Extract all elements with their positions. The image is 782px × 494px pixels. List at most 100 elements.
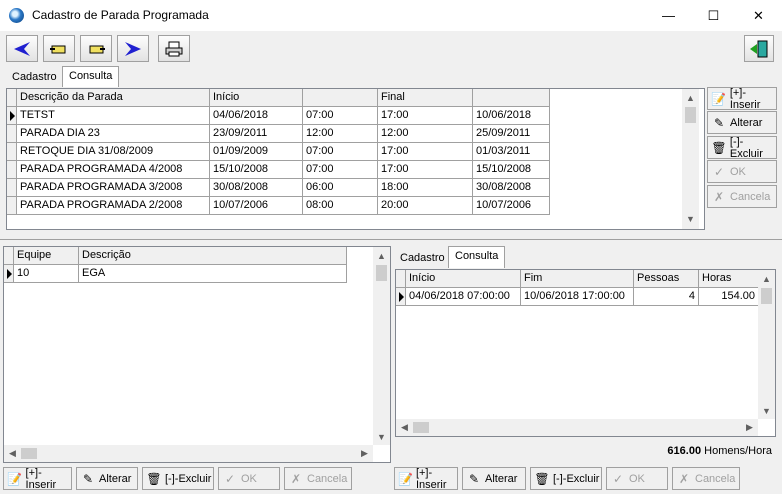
table-cell[interactable]: 154.00 [699,288,759,306]
table-cell[interactable]: 10/07/2006 [210,197,303,215]
scroll-left-icon[interactable]: ◀ [4,445,21,462]
ok-horario-button[interactable]: ✓ OK [606,467,668,490]
table-cell[interactable]: 06:00 [303,179,378,197]
excluir-equipe-button[interactable]: 🗑 [-]-Excluir [142,467,214,490]
column-header[interactable]: Equipe [14,247,79,265]
table-cell[interactable]: 04/06/2018 07:00:00 [406,288,521,306]
table-cell[interactable]: 08:00 [303,197,378,215]
table-cell[interactable]: PARADA PROGRAMADA 3/2008 [17,179,210,197]
table-cell[interactable]: 07:00 [303,107,378,125]
edit-icon: ✎ [713,115,725,130]
alterar-button[interactable]: ✎ Alterar [707,111,777,134]
scroll-thumb[interactable] [376,265,387,281]
column-header[interactable]: Final [378,89,473,107]
column-header[interactable]: Fim [521,270,634,288]
exit-button[interactable] [744,35,774,62]
tab-cadastro[interactable]: Cadastro [6,68,63,87]
scroll-thumb[interactable] [413,422,429,433]
alterar-horario-button[interactable]: ✎ Alterar [462,467,526,490]
scroll-up-icon[interactable]: ▲ [373,247,390,264]
table-cell[interactable]: PARADA PROGRAMADA 2/2008 [17,197,210,215]
inserir-horario-button[interactable]: 📝 [+]-Inserir [394,467,458,491]
table-cell[interactable]: 23/09/2011 [210,125,303,143]
column-header[interactable]: Início [210,89,303,107]
ok-button[interactable]: ✓ OK [707,160,777,183]
column-header[interactable] [473,89,550,107]
table-cell[interactable]: 10 [14,265,79,283]
scroll-right-icon[interactable]: ▶ [741,419,758,436]
back-button[interactable] [6,35,38,62]
scroll-down-icon[interactable]: ▼ [373,428,390,445]
column-header[interactable] [303,89,378,107]
scroll-up-icon[interactable]: ▲ [682,89,699,106]
exit-icon [750,40,768,57]
scroll-left-icon[interactable]: ◀ [396,419,413,436]
table-cell[interactable]: RETOQUE DIA 31/08/2009 [17,143,210,161]
table-cell[interactable]: 17:00 [378,161,473,179]
excluir-horario-button[interactable]: 🗑 [-]-Excluir [530,467,602,490]
scroll-thumb[interactable] [685,107,696,123]
table-cell[interactable]: 4 [634,288,699,306]
scroll-right-icon[interactable]: ▶ [356,445,373,462]
scroll-down-icon[interactable]: ▼ [682,210,699,227]
ok-equipe-button[interactable]: ✓ OK [218,467,280,490]
column-header[interactable]: Descrição [79,247,347,265]
table-cell[interactable]: 15/10/2008 [210,161,303,179]
column-header[interactable]: Pessoas [634,270,699,288]
vertical-scrollbar[interactable]: ▲ ▼ [373,247,390,445]
table-cell[interactable]: 10/06/2018 17:00:00 [521,288,634,306]
horizontal-scrollbar[interactable]: ◀ ▶ [396,419,758,436]
hand-right-button[interactable] [80,35,112,62]
scroll-up-icon[interactable]: ▲ [758,270,775,287]
close-button[interactable]: ✕ [736,0,781,31]
table-cell[interactable]: TETST [17,107,210,125]
table-cell[interactable]: 04/06/2018 [210,107,303,125]
trash-icon: 🗑 [146,471,162,486]
table-cell[interactable]: 17:00 [378,107,473,125]
table-cell[interactable]: 18:00 [378,179,473,197]
table-cell[interactable]: 01/03/2011 [473,143,550,161]
scroll-thumb[interactable] [761,288,772,304]
table-cell[interactable]: 12:00 [378,125,473,143]
table-cell[interactable]: EGA [79,265,347,283]
tab-consulta[interactable]: Consulta [62,66,120,87]
table-cell[interactable]: 25/09/2011 [473,125,550,143]
column-header[interactable]: Horas [699,270,759,288]
table-cell[interactable]: 17:00 [378,143,473,161]
vertical-scrollbar[interactable]: ▲ ▼ [758,270,775,419]
cancela-button[interactable]: ✗ Cancela [707,185,777,208]
horizontal-scrollbar[interactable]: ◀ ▶ [4,445,373,462]
table-cell[interactable]: 12:00 [303,125,378,143]
table-cell[interactable]: PARADA DIA 23 [17,125,210,143]
tab-consulta-lower[interactable]: Consulta [448,246,506,268]
excluir-button[interactable]: 🗑 [-]-Excluir [707,136,777,160]
tab-cadastro-lower[interactable]: Cadastro [394,249,451,268]
table-cell[interactable]: PARADA PROGRAMADA 4/2008 [17,161,210,179]
maximize-button[interactable]: ☐ [691,0,736,31]
print-button[interactable] [158,35,190,62]
table-cell[interactable]: 20:00 [378,197,473,215]
scroll-thumb[interactable] [21,448,37,459]
alterar-equipe-button[interactable]: ✎ Alterar [76,467,138,490]
table-cell[interactable]: 10/07/2006 [473,197,550,215]
scroll-down-icon[interactable]: ▼ [758,402,775,419]
table-cell[interactable]: 01/09/2009 [210,143,303,161]
inserir-button[interactable]: 📝 [+]-Inserir [707,87,777,111]
table-cell[interactable]: 07:00 [303,161,378,179]
column-header[interactable]: Descrição da Parada [17,89,210,107]
ok-label: OK [730,165,746,178]
cancel-icon: ✗ [678,471,690,486]
table-cell[interactable]: 07:00 [303,143,378,161]
inserir-equipe-button[interactable]: 📝 [+]-Inserir [3,467,72,491]
minimize-button[interactable]: — [646,0,691,31]
table-cell[interactable]: 30/08/2008 [210,179,303,197]
forward-button[interactable] [117,35,149,62]
hand-left-button[interactable] [43,35,75,62]
cancela-horario-button[interactable]: ✗ Cancela [672,467,740,490]
vertical-scrollbar[interactable]: ▲ ▼ [682,89,699,229]
column-header[interactable]: Início [406,270,521,288]
table-cell[interactable]: 10/06/2018 [473,107,550,125]
table-cell[interactable]: 30/08/2008 [473,179,550,197]
table-cell[interactable]: 15/10/2008 [473,161,550,179]
cancela-equipe-button[interactable]: ✗ Cancela [284,467,352,490]
